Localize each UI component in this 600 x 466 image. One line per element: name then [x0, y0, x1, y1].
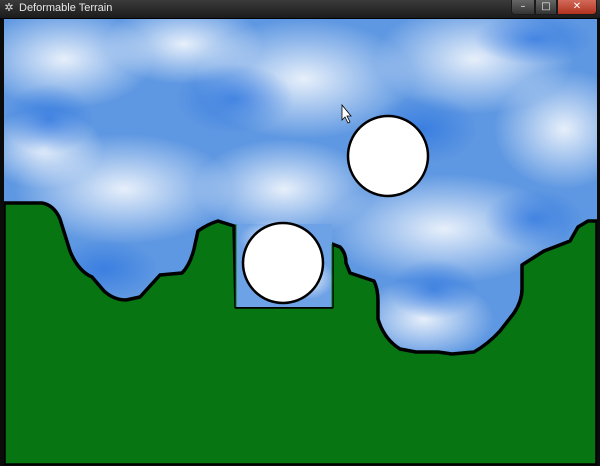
title-bar[interactable]: ✲ Deformable Terrain – □ ✕: [0, 0, 600, 19]
maximize-button[interactable]: □: [535, 0, 557, 15]
minimize-button[interactable]: –: [511, 0, 535, 15]
game-canvas[interactable]: [4, 19, 597, 465]
ball[interactable]: [346, 114, 430, 198]
close-button[interactable]: ✕: [557, 0, 597, 15]
window-controls: – □ ✕: [511, 0, 597, 16]
game-scene: [4, 19, 597, 465]
window-title: Deformable Terrain: [19, 2, 113, 14]
app-window: ✲ Deformable Terrain – □ ✕: [0, 0, 600, 466]
ball[interactable]: [241, 221, 325, 305]
app-icon: ✲: [4, 1, 14, 14]
